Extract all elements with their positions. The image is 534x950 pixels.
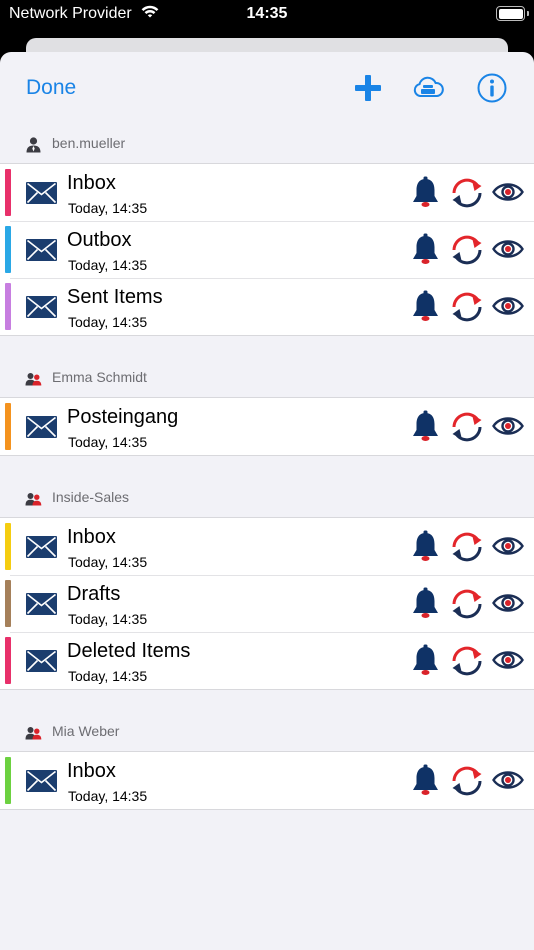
mail-icon [26, 536, 57, 558]
folder-sync-time: Today, 14:35 [68, 788, 148, 804]
mail-icon [26, 770, 57, 792]
account-name: Mia Weber [52, 723, 120, 739]
mail-icon [26, 182, 57, 204]
sync-icon[interactable] [450, 587, 484, 621]
single-user-icon [26, 137, 41, 153]
folder-list: Inbox Today, 14:35 Drafts Today, 14:35 D… [0, 517, 534, 690]
bell-icon[interactable] [411, 644, 440, 677]
account-section: ben.mueller Inbox Today, 14:35 Outbox To… [0, 126, 534, 336]
folder-sync-time: Today, 14:35 [68, 611, 148, 627]
folder-color-bar [5, 523, 11, 570]
account-name: Inside-Sales [52, 489, 130, 505]
folder-sync-time: Today, 14:35 [68, 434, 148, 450]
folder-row[interactable]: Inbox Today, 14:35 [0, 752, 534, 809]
eye-icon[interactable] [492, 649, 524, 671]
mail-icon [26, 239, 57, 261]
mail-icon [26, 593, 57, 615]
folder-sync-time: Today, 14:35 [68, 554, 148, 570]
folder-color-bar [5, 169, 11, 216]
sync-icon[interactable] [450, 233, 484, 267]
folders-sheet: Done ben.mueller Inbox Today, 14:35 Outb… [0, 52, 534, 950]
folder-row[interactable]: Sent Items Today, 14:35 [0, 278, 534, 335]
folder-list: Inbox Today, 14:35 [0, 751, 534, 810]
eye-icon[interactable] [492, 769, 524, 791]
folder-color-bar [5, 757, 11, 804]
folder-title: Drafts [67, 583, 121, 605]
clock: 14:35 [246, 5, 288, 22]
mail-icon [26, 416, 57, 438]
plus-icon[interactable] [352, 72, 384, 104]
battery-icon [496, 6, 529, 21]
sync-icon[interactable] [450, 410, 484, 444]
folder-color-bar [5, 226, 11, 273]
folder-list: Inbox Today, 14:35 Outbox Today, 14:35 S… [0, 163, 534, 336]
section-header: ben.mueller [0, 126, 534, 163]
cloud-server-icon[interactable] [412, 72, 444, 104]
bell-icon[interactable] [411, 233, 440, 266]
eye-icon[interactable] [492, 238, 524, 260]
eye-icon[interactable] [492, 592, 524, 614]
info-icon[interactable] [476, 72, 508, 104]
eye-icon[interactable] [492, 181, 524, 203]
sync-icon[interactable] [450, 764, 484, 798]
section-header: Inside-Sales [0, 480, 534, 517]
sync-icon[interactable] [450, 176, 484, 210]
folder-row[interactable]: Drafts Today, 14:35 [0, 575, 534, 632]
mail-icon [26, 296, 57, 318]
account-sections: ben.mueller Inbox Today, 14:35 Outbox To… [0, 126, 534, 810]
folder-title: Inbox [67, 526, 116, 548]
shared-users-icon [25, 727, 42, 740]
folder-sync-time: Today, 14:35 [68, 668, 148, 684]
done-button[interactable]: Done [26, 76, 76, 100]
folder-title: Sent Items [67, 286, 163, 308]
folder-sync-time: Today, 14:35 [68, 257, 148, 273]
folder-color-bar [5, 403, 11, 450]
folder-title: Inbox [67, 760, 116, 782]
account-section: Inside-Sales Inbox Today, 14:35 Drafts T… [0, 480, 534, 690]
sync-icon[interactable] [450, 290, 484, 324]
bell-icon[interactable] [411, 764, 440, 797]
status-bar: Network Provider 14:35 [0, 0, 534, 30]
eye-icon[interactable] [492, 295, 524, 317]
bell-icon[interactable] [411, 410, 440, 443]
folder-row[interactable]: Outbox Today, 14:35 [0, 221, 534, 278]
folder-color-bar [5, 637, 11, 684]
eye-icon[interactable] [492, 415, 524, 437]
folder-title: Inbox [67, 172, 116, 194]
eye-icon[interactable] [492, 535, 524, 557]
folder-row[interactable]: Deleted Items Today, 14:35 [0, 632, 534, 689]
navigation-bar: Done [0, 52, 534, 126]
folder-color-bar [5, 580, 11, 627]
folder-title: Deleted Items [67, 640, 191, 662]
folder-list: Posteingang Today, 14:35 [0, 397, 534, 456]
sync-icon[interactable] [450, 644, 484, 678]
folder-row[interactable]: Inbox Today, 14:35 [0, 518, 534, 575]
account-section: Mia Weber Inbox Today, 14:35 [0, 714, 534, 810]
account-section: Emma Schmidt Posteingang Today, 14:35 [0, 360, 534, 456]
shared-users-icon [25, 373, 42, 386]
shared-users-icon [25, 493, 42, 506]
account-name: Emma Schmidt [52, 369, 147, 385]
section-header: Mia Weber [0, 714, 534, 751]
bell-icon[interactable] [411, 290, 440, 323]
folder-sync-time: Today, 14:35 [68, 200, 148, 216]
sync-icon[interactable] [450, 530, 484, 564]
folder-sync-time: Today, 14:35 [68, 314, 148, 330]
folder-color-bar [5, 283, 11, 330]
bell-icon[interactable] [411, 176, 440, 209]
mail-icon [26, 650, 57, 672]
folder-row[interactable]: Posteingang Today, 14:35 [0, 398, 534, 455]
folder-title: Outbox [67, 229, 132, 251]
folder-title: Posteingang [67, 406, 179, 428]
account-name: ben.mueller [52, 135, 126, 151]
folder-row[interactable]: Inbox Today, 14:35 [0, 164, 534, 221]
bell-icon[interactable] [411, 530, 440, 563]
section-header: Emma Schmidt [0, 360, 534, 397]
bell-icon[interactable] [411, 587, 440, 620]
